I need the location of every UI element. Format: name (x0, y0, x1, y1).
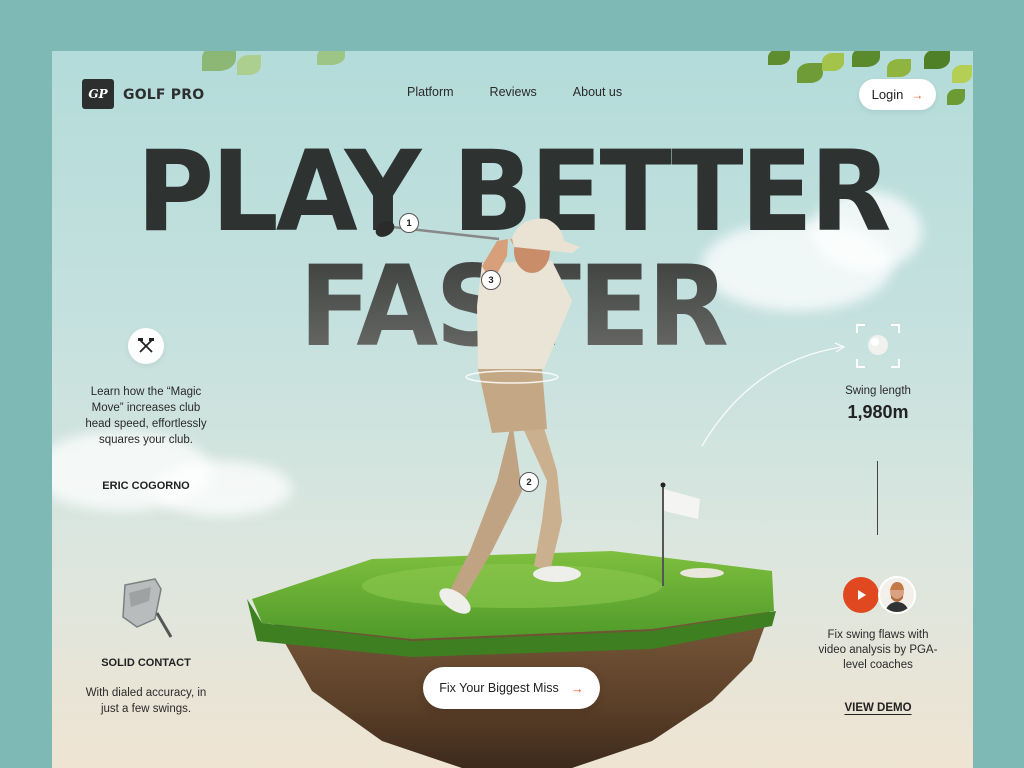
fix-biggest-miss-button[interactable]: Fix Your Biggest Miss → (423, 667, 600, 709)
solid-contact-description: With dialed accuracy, in just a few swin… (85, 687, 207, 715)
magic-move-description: Learn how the “Magic Move” increases clu… (85, 386, 207, 446)
swing-length-label: Swing length (845, 385, 911, 397)
play-video-button[interactable] (843, 577, 879, 613)
divider-line (877, 461, 878, 535)
video-analysis-description: Fix swing flaws with video analysis by P… (818, 629, 938, 671)
coach-avatar (878, 576, 916, 614)
swing-marker-3[interactable]: 3 (481, 270, 501, 290)
solid-contact-title: SOLID CONTACT (101, 657, 191, 669)
play-icon (858, 590, 866, 600)
swing-length-value: 1,980m (847, 402, 909, 422)
swing-marker-2[interactable]: 2 (519, 472, 539, 492)
coach-avatar-image (880, 578, 914, 612)
cta-label: Fix Your Biggest Miss (439, 681, 559, 695)
swing-marker-1[interactable]: 1 (399, 213, 419, 233)
view-demo-link[interactable]: VIEW DEMO (822, 702, 934, 714)
club-head-icon (122, 578, 173, 638)
author-name: ERIC COGORNO (102, 480, 190, 492)
golf-ball-icon (856, 324, 900, 368)
hero-frame: GP GOLF PRO Platform Reviews About us Lo… (52, 51, 973, 768)
arrow-right-icon: → (570, 680, 584, 696)
crossed-clubs-icon (128, 328, 164, 364)
crossed-clubs-glyph (138, 338, 154, 353)
